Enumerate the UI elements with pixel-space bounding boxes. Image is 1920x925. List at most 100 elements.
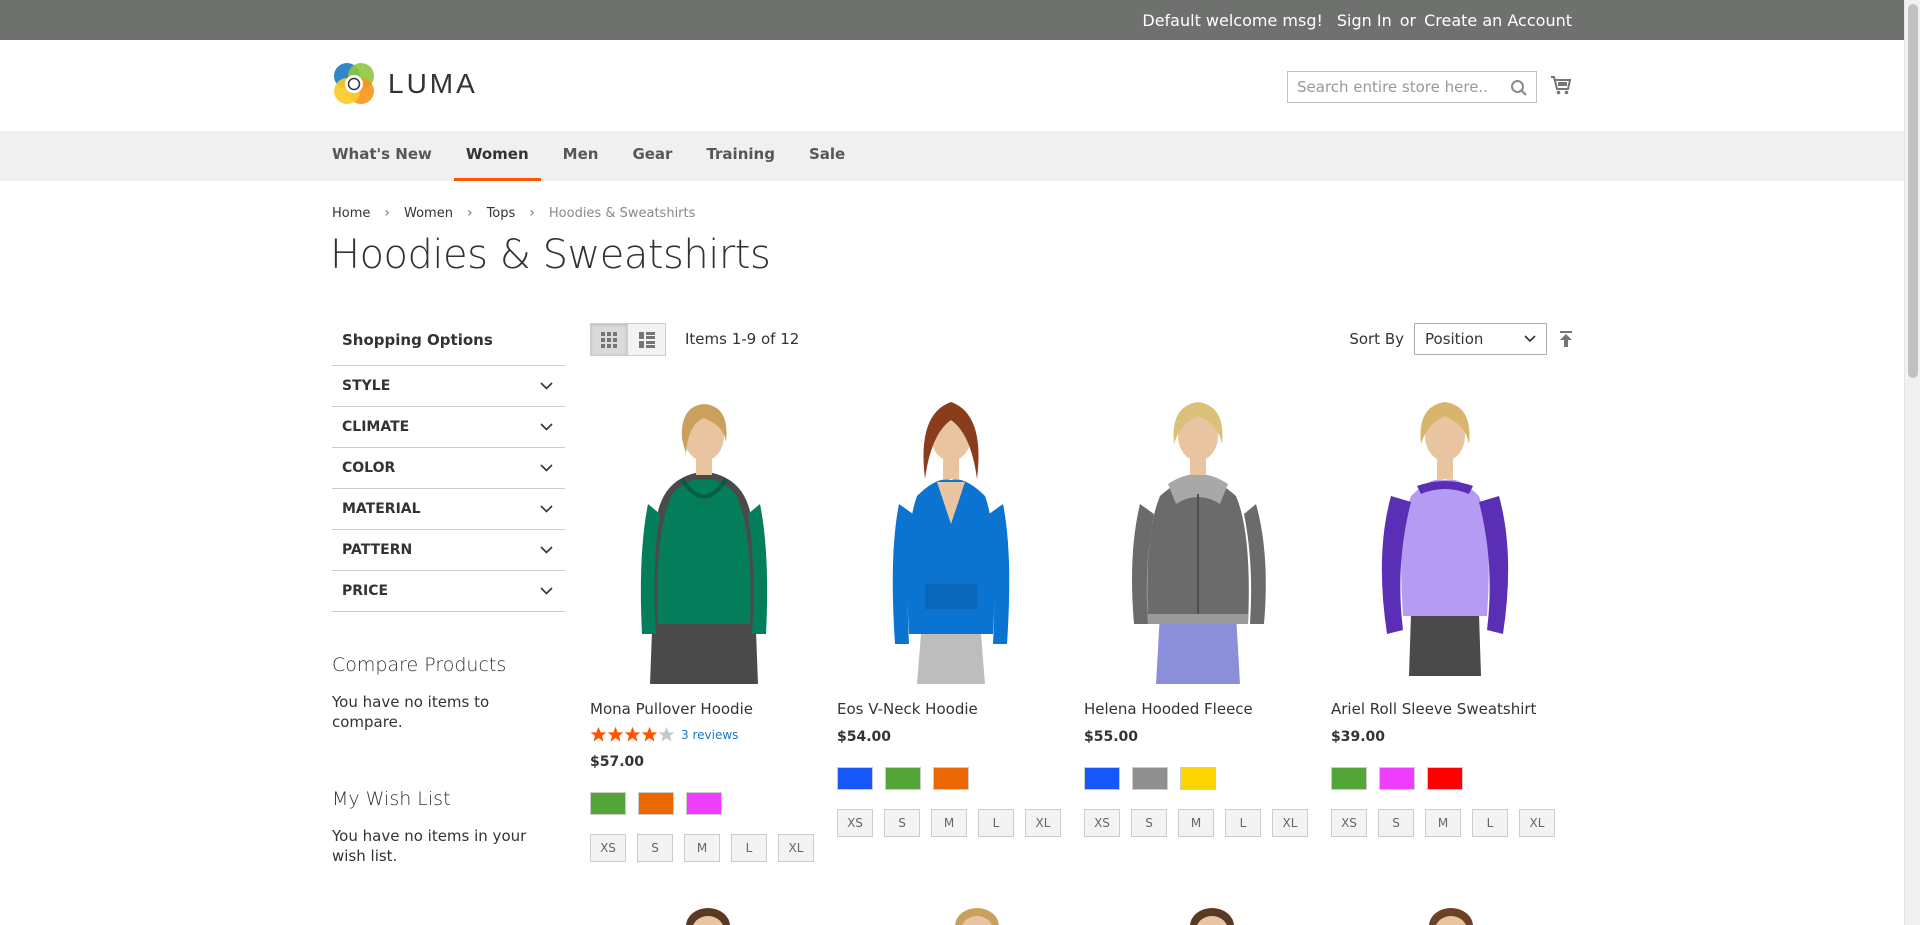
color-swatch-blue[interactable]	[1084, 767, 1120, 790]
size-option[interactable]: XL	[1025, 809, 1061, 837]
product-name[interactable]: Eos V-Neck Hoodie	[837, 700, 1065, 718]
color-swatch-blue[interactable]	[837, 767, 873, 790]
product-image-partial[interactable]	[837, 900, 1065, 925]
color-swatches	[590, 792, 818, 815]
product-image	[686, 908, 730, 925]
color-swatch-yellow[interactable]	[1180, 767, 1216, 790]
product-image-partial[interactable]	[1331, 900, 1559, 925]
product-name[interactable]: Mona Pullover Hoodie	[590, 700, 818, 718]
color-swatch-orange[interactable]	[638, 792, 674, 815]
chevron-down-icon	[540, 423, 553, 431]
size-option[interactable]: L	[978, 809, 1014, 837]
search-icon[interactable]	[1510, 79, 1528, 97]
nav-item-whats-new[interactable]: What's New	[332, 131, 432, 181]
size-option[interactable]: XL	[778, 834, 814, 862]
nav-item-training[interactable]: Training	[706, 131, 774, 181]
scrollbar-thumb[interactable]	[1908, 4, 1918, 378]
product-image[interactable]	[1331, 384, 1559, 684]
size-option[interactable]: M	[1425, 809, 1461, 837]
color-swatch-orange[interactable]	[933, 767, 969, 790]
color-swatches	[1331, 767, 1559, 790]
chevron-down-icon	[540, 587, 553, 595]
grid-view-button[interactable]	[590, 323, 628, 356]
filter-material[interactable]: Material	[332, 489, 565, 530]
grid-icon	[601, 331, 617, 348]
filter-style[interactable]: Style	[332, 366, 565, 407]
nav-item-sale[interactable]: Sale	[809, 131, 845, 181]
filter-price[interactable]: Price	[332, 571, 565, 612]
rating-stars	[590, 726, 675, 743]
product-name[interactable]: Ariel Roll Sleeve Sweatshirt	[1331, 700, 1559, 718]
size-option[interactable]: S	[637, 834, 673, 862]
size-option[interactable]: XS	[1331, 809, 1367, 837]
product-card[interactable]: Helena Hooded Fleece $55.00 XS S M L XL	[1084, 384, 1312, 837]
size-option[interactable]: M	[684, 834, 720, 862]
filter-pattern[interactable]: Pattern	[332, 530, 565, 571]
store-logo[interactable]: LUMA	[332, 62, 478, 106]
wishlist-empty-text: You have no items in your wish list.	[332, 827, 527, 865]
nav-item-men[interactable]: Men	[563, 131, 599, 181]
cart-icon[interactable]	[1550, 74, 1572, 96]
breadcrumb-women[interactable]: Women	[404, 206, 453, 221]
product-card[interactable]: Ariel Roll Sleeve Sweatshirt $39.00 XS S…	[1331, 384, 1559, 837]
color-swatches	[1084, 767, 1312, 790]
nav-item-women[interactable]: Women	[453, 131, 541, 181]
breadcrumb-tops[interactable]: Tops	[487, 206, 516, 221]
filter-climate[interactable]: Climate	[332, 407, 565, 448]
size-option[interactable]: S	[884, 809, 920, 837]
sort-select[interactable]: Position	[1414, 323, 1547, 355]
size-option[interactable]: XS	[1084, 809, 1120, 837]
product-image-partial[interactable]	[1084, 900, 1312, 925]
search-box[interactable]	[1287, 71, 1537, 103]
size-options: XS S M L XL	[590, 834, 818, 862]
size-option[interactable]: M	[1178, 809, 1214, 837]
color-swatch-green[interactable]	[590, 792, 626, 815]
size-option[interactable]: S	[1131, 809, 1167, 837]
size-option[interactable]: L	[731, 834, 767, 862]
sort-direction-arrow-icon[interactable]	[1557, 330, 1575, 348]
color-swatch-purple[interactable]	[686, 792, 722, 815]
size-option[interactable]: XL	[1272, 809, 1308, 837]
luma-logo-icon	[334, 63, 374, 104]
search-input[interactable]	[1288, 72, 1498, 102]
size-option[interactable]: S	[1378, 809, 1414, 837]
nav-item-gear[interactable]: Gear	[632, 131, 672, 181]
size-option[interactable]: XS	[590, 834, 626, 862]
product-image[interactable]	[590, 384, 818, 684]
color-swatch-red[interactable]	[1427, 767, 1463, 790]
size-option[interactable]: XL	[1519, 809, 1555, 837]
product-image[interactable]	[1084, 384, 1312, 684]
filter-label: Price	[342, 583, 389, 599]
breadcrumb-current: Hoodies & Sweatshirts	[548, 205, 696, 221]
header-links: Default welcome msg! Sign In or Create a…	[1142, 0, 1572, 40]
size-option[interactable]: M	[931, 809, 967, 837]
color-swatch-green[interactable]	[885, 767, 921, 790]
sign-in-link[interactable]: Sign In	[1337, 11, 1392, 30]
filter-label: Climate	[342, 419, 410, 435]
star-filled-icon	[590, 726, 607, 742]
site-header: LUMA	[0, 40, 1904, 131]
product-card[interactable]: Mona Pullover Hoodie 3 reviews $57.00 XS…	[590, 384, 818, 862]
sort-by-label: Sort By	[1349, 330, 1404, 348]
wishlist-title: My Wish List	[332, 788, 451, 810]
color-swatch-green[interactable]	[1331, 767, 1367, 790]
filter-color[interactable]: Color	[332, 448, 565, 489]
product-image-partial[interactable]	[590, 900, 818, 925]
create-account-link[interactable]: Create an Account	[1424, 11, 1572, 30]
size-option[interactable]: L	[1225, 809, 1261, 837]
chevron-down-icon	[540, 464, 553, 472]
or-text: or	[1399, 10, 1417, 30]
size-option[interactable]: L	[1472, 809, 1508, 837]
reviews-link[interactable]: 3 reviews	[681, 728, 738, 742]
product-name[interactable]: Helena Hooded Fleece	[1084, 700, 1312, 718]
product-card[interactable]: Eos V-Neck Hoodie $54.00 XS S M L XL	[837, 384, 1065, 837]
chevron-down-icon	[540, 546, 553, 554]
breadcrumb-home[interactable]: Home	[332, 206, 370, 221]
color-swatch-gray[interactable]	[1132, 767, 1168, 790]
size-options: XS S M L XL	[837, 809, 1065, 837]
product-image[interactable]	[837, 384, 1065, 684]
list-view-button[interactable]	[628, 323, 666, 356]
page-scrollbar[interactable]	[1904, 0, 1920, 925]
size-option[interactable]: XS	[837, 809, 873, 837]
color-swatch-purple[interactable]	[1379, 767, 1415, 790]
